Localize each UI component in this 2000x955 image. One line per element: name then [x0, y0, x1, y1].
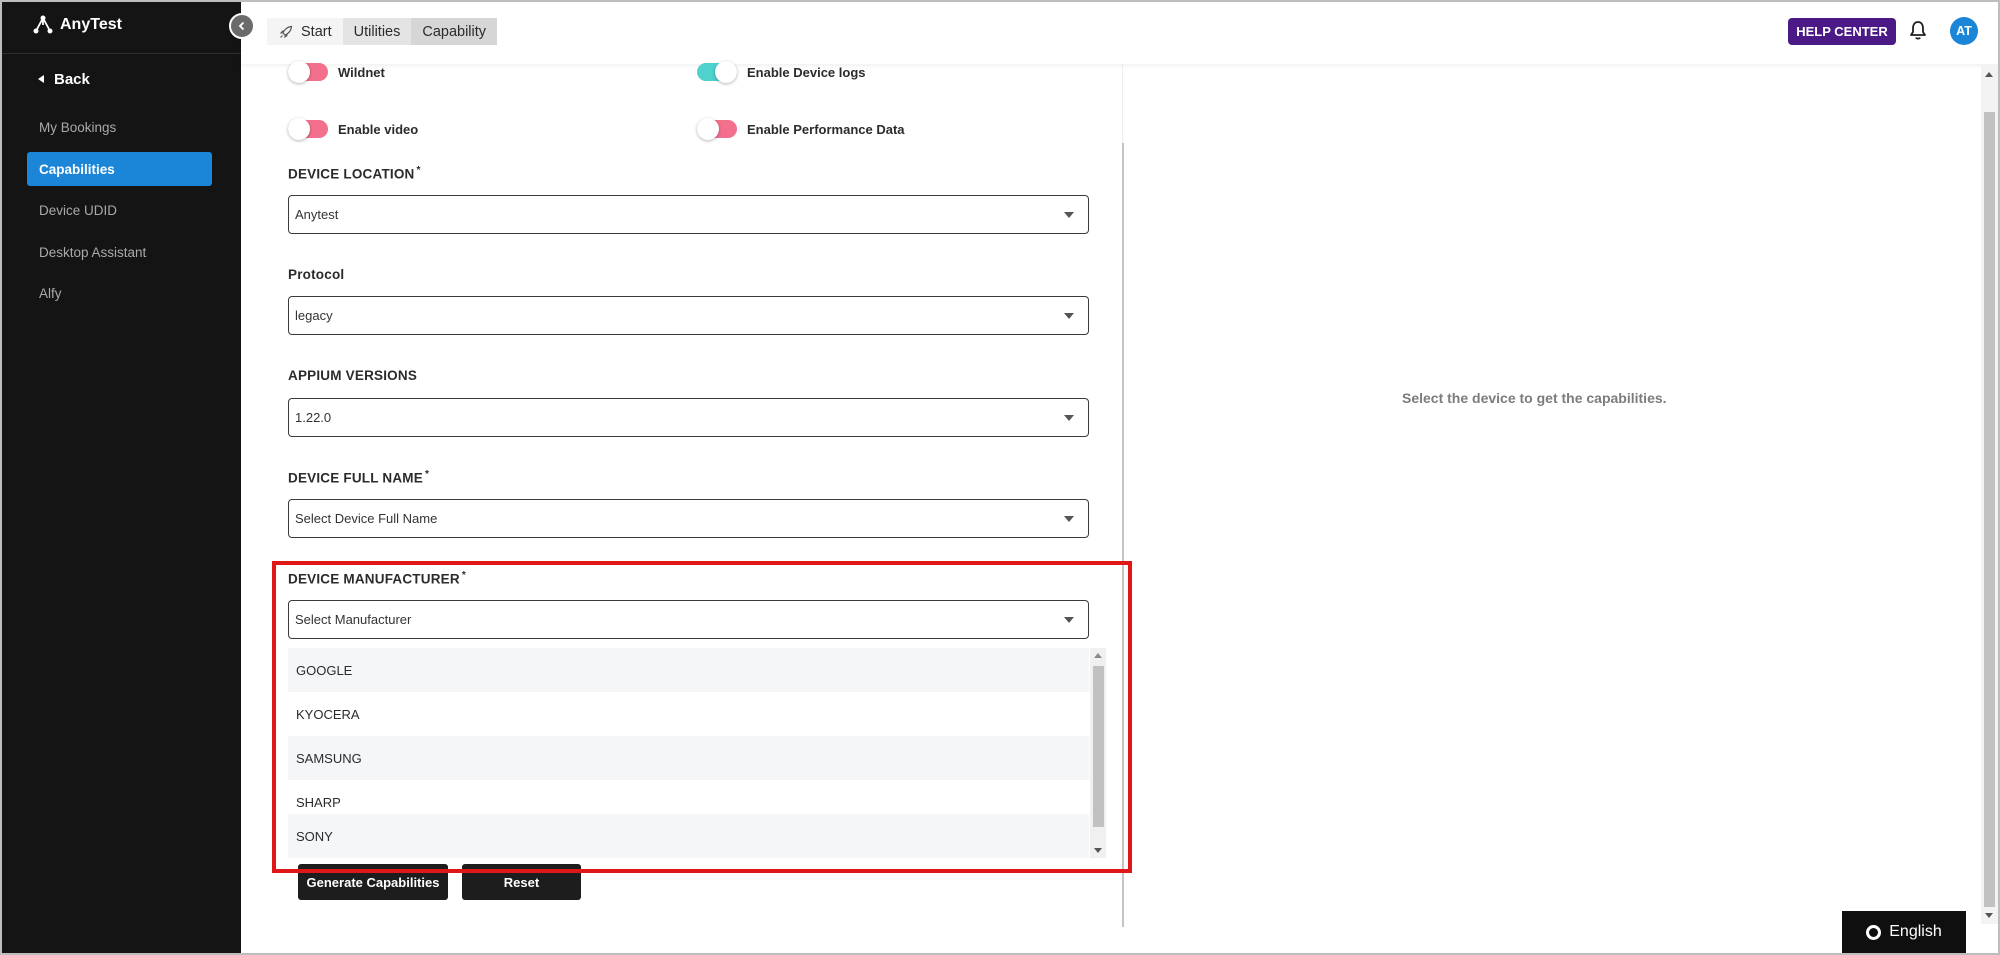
appium-versions-value: 1.22.0	[295, 410, 332, 425]
device-full-name-label: DEVICE FULL NAME *	[288, 469, 430, 486]
app-logo[interactable]: AnyTest	[32, 10, 122, 40]
sidebar-item-capabilities[interactable]: Capabilities	[27, 152, 212, 186]
tab-start[interactable]: Start	[267, 18, 343, 45]
manufacturer-option-kyocera[interactable]: KYOCERA	[288, 692, 1089, 736]
sidebar-item-device-udid[interactable]: Device UDID	[27, 193, 212, 227]
chevron-left-icon	[238, 21, 245, 31]
bell-icon[interactable]	[1908, 20, 1928, 42]
toggle-device-logs-row: Enable Device logs	[697, 60, 866, 84]
top-bar: Start Utilities Capability	[241, 0, 2000, 64]
toggle-performance-data[interactable]	[697, 118, 737, 140]
language-button[interactable]: English	[1842, 911, 1966, 953]
caret-down-icon	[1064, 415, 1074, 421]
scroll-up-arrow-icon[interactable]	[1094, 653, 1102, 658]
panel-divider	[1122, 143, 1124, 927]
scroll-down-arrow-icon[interactable]	[1094, 848, 1102, 853]
page-scrollbar[interactable]	[1981, 64, 1998, 924]
scroll-up-arrow-icon[interactable]	[1985, 72, 1993, 77]
back-arrow-icon	[38, 75, 44, 83]
manufacturer-option-sony[interactable]: SONY	[288, 814, 1089, 858]
protocol-label: Protocol	[288, 267, 345, 282]
user-avatar[interactable]: AT	[1950, 17, 1978, 45]
back-label: Back	[54, 70, 90, 88]
tab-start-label: Start	[301, 23, 332, 40]
device-full-name-placeholder: Select Device Full Name	[295, 511, 438, 526]
device-manufacturer-select[interactable]: Select Manufacturer	[288, 600, 1089, 639]
toggle-device-logs-label: Enable Device logs	[747, 64, 866, 80]
sidebar-item-my-bookings[interactable]: My Bookings	[27, 110, 212, 144]
caret-down-icon	[1064, 212, 1074, 218]
device-manufacturer-label: DEVICE MANUFACTURER *	[288, 570, 466, 587]
back-link[interactable]: Back	[38, 68, 90, 90]
page-scroll-thumb[interactable]	[1984, 112, 1995, 907]
device-location-label: DEVICE LOCATION *	[288, 165, 421, 182]
protocol-value: legacy	[295, 308, 333, 323]
tab-utilities[interactable]: Utilities	[342, 18, 412, 45]
device-location-value: Anytest	[295, 207, 339, 222]
appium-versions-label: APPIUM VERSIONS	[288, 368, 418, 383]
toggle-video-label: Enable video	[338, 121, 419, 137]
anytest-logo-icon	[33, 15, 53, 34]
manufacturer-option-google[interactable]: GOOGLE	[288, 648, 1089, 692]
language-label: English	[1889, 923, 1942, 940]
device-location-select[interactable]: Anytest	[288, 195, 1089, 234]
caret-down-icon	[1064, 516, 1074, 522]
app-logo-text: AnyTest	[60, 16, 122, 33]
protocol-select[interactable]: legacy	[288, 296, 1089, 335]
device-full-name-select[interactable]: Select Device Full Name	[288, 499, 1089, 538]
sidebar-divider	[0, 53, 241, 54]
top-tabs: Start Utilities Capability	[267, 18, 498, 45]
tab-capability[interactable]: Capability	[411, 18, 498, 45]
caret-down-icon	[1064, 617, 1074, 623]
device-manufacturer-placeholder: Select Manufacturer	[295, 612, 412, 627]
toggle-device-logs[interactable]	[697, 61, 737, 83]
reset-button[interactable]: Reset	[462, 864, 581, 900]
scroll-down-arrow-icon[interactable]	[1985, 913, 1993, 918]
toggle-video-row: Enable video	[288, 117, 418, 141]
help-center-button[interactable]: HELP CENTER	[1788, 18, 1896, 45]
rocket-icon	[279, 25, 293, 38]
sidebar-item-desktop-assistant[interactable]: Desktop Assistant	[27, 235, 212, 269]
sidebar-item-alfy[interactable]: Alfy	[27, 276, 212, 310]
sidebar-collapse-button[interactable]	[229, 13, 255, 39]
dropdown-scroll-thumb[interactable]	[1093, 666, 1104, 827]
toggle-wildnet[interactable]	[288, 61, 328, 83]
caret-down-icon	[1064, 313, 1074, 319]
sidebar: AnyTest Back My Bookings Capabilities De…	[0, 0, 241, 955]
toggle-performance-label: Enable Performance Data	[747, 121, 905, 137]
panel-divider-top	[1122, 64, 1123, 144]
toggle-performance-row: Enable Performance Data	[697, 117, 905, 141]
language-circle-icon	[1866, 924, 1882, 940]
toggle-wildnet-label: Wildnet	[338, 64, 385, 80]
capabilities-empty-message: Select the device to get the capabilitie…	[1402, 390, 1667, 406]
dropdown-scrollbar[interactable]	[1090, 648, 1106, 858]
toggle-wildnet-row: Wildnet	[288, 60, 385, 84]
generate-capabilities-button[interactable]: Generate Capabilities	[298, 864, 448, 900]
toggle-video[interactable]	[288, 118, 328, 140]
manufacturer-dropdown-list: GOOGLE KYOCERA SAMSUNG SHARP SONY	[288, 648, 1106, 858]
manufacturer-option-samsung[interactable]: SAMSUNG	[288, 736, 1089, 780]
appium-versions-select[interactable]: 1.22.0	[288, 398, 1089, 437]
